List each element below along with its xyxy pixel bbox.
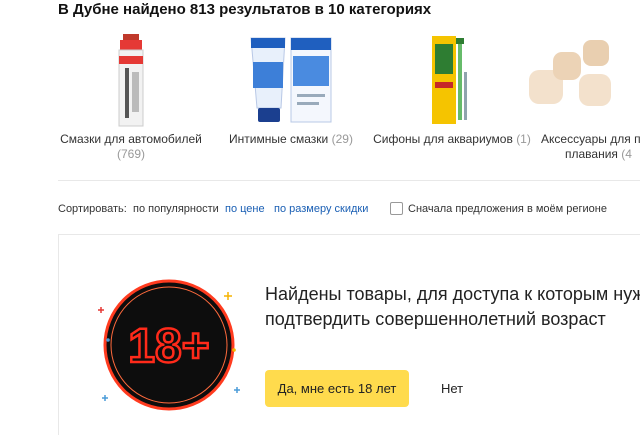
category-name: Интимные смазки: [229, 132, 329, 146]
deny-age-button[interactable]: Нет: [427, 370, 477, 407]
category-count: (769): [116, 147, 145, 161]
sort-by-price[interactable]: по цене: [225, 203, 265, 215]
category-name: Смазки для автомобилей: [60, 132, 202, 146]
category-label: Аксессуары для по плавания (4: [541, 132, 640, 162]
region-filter[interactable]: Сначала предложения в моём регионе: [390, 202, 607, 215]
category-name: Аксессуары для по: [541, 132, 640, 146]
category-card-aquarium-siphons[interactable]: Сифоны для аквариумов (1): [367, 24, 537, 174]
category-label: Смазки для автомобилей (769): [46, 132, 216, 162]
category-label: Сифоны для аквариумов (1): [367, 132, 537, 147]
category-card-car-lubricants[interactable]: Смазки для автомобилей (769): [46, 24, 216, 174]
category-count: (4: [621, 147, 632, 161]
sort-by-popularity[interactable]: по популярности: [133, 203, 219, 215]
adult-18-plus-icon: 18+: [98, 279, 240, 411]
category-count: (29): [331, 132, 353, 146]
category-card-intimate-lubricants[interactable]: Интимные смазки (29): [206, 24, 376, 174]
swim-accessories-icon: [529, 40, 611, 106]
category-name: Сифоны для аквариумов: [373, 132, 513, 146]
category-card-swim-accessories[interactable]: Аксессуары для по плавания (4: [529, 24, 640, 174]
category-label: Интимные смазки (29): [206, 132, 376, 147]
region-filter-label: Сначала предложения в моём регионе: [408, 202, 607, 215]
badge-text: 18+: [128, 320, 209, 373]
age-message: Найдены товары, для доступа к которым ну…: [265, 284, 640, 329]
spray-can-icon: [118, 34, 144, 127]
age-verification-panel: 18+ Найдены товары, для доступа к которы…: [58, 234, 640, 435]
category-name-line2: плавания: [565, 147, 618, 161]
category-count: (1): [516, 132, 531, 146]
confirm-age-button[interactable]: Да, мне есть 18 лет: [265, 370, 409, 407]
aquarium-siphon-icon: [432, 36, 467, 124]
category-carousel: Смазки для автомобилей (769) Интимные см…: [0, 24, 640, 174]
sort-by-discount[interactable]: по размеру скидки: [274, 203, 368, 215]
sort-label: Сортировать:: [58, 203, 127, 215]
lubricant-tube-icon: [250, 37, 332, 123]
region-checkbox[interactable]: [390, 202, 403, 215]
divider: [58, 180, 640, 181]
results-title: В Дубне найдено 813 результатов в 10 кат…: [58, 1, 432, 18]
